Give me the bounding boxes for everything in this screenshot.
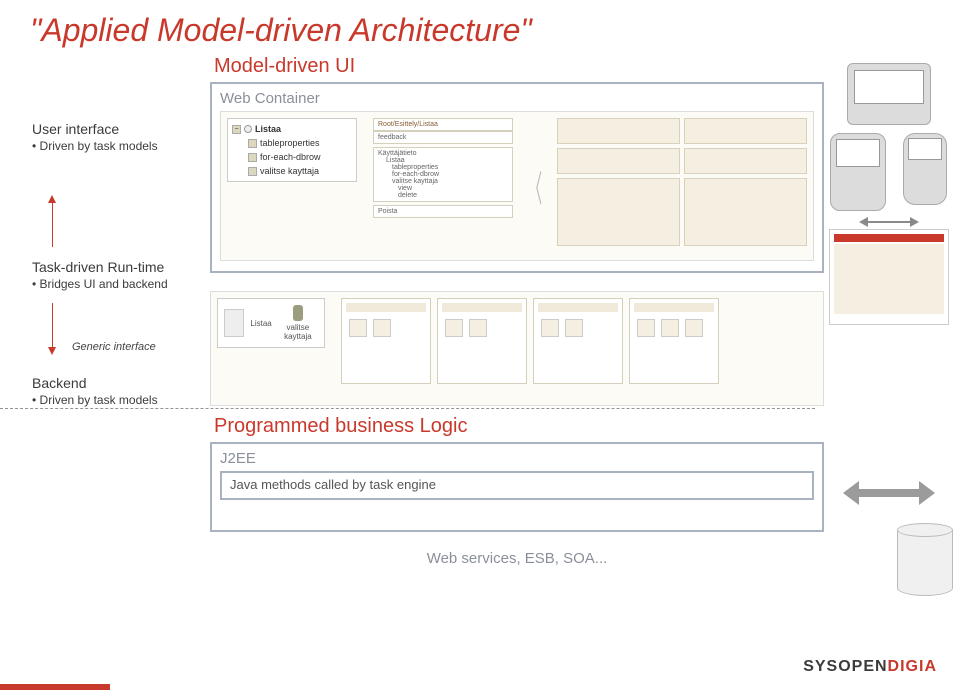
corner-accent <box>0 684 110 690</box>
backend-sub: Driven by task models <box>32 393 210 407</box>
tree-item: tableproperties <box>260 136 320 150</box>
tree-panel: −Listaa tableproperties for-each-dbrow v… <box>227 118 357 182</box>
panel-label: Listaa <box>378 157 508 164</box>
user-interface-block: User interface Driven by task models <box>32 121 210 153</box>
ui-sub: Driven by task models <box>32 139 210 153</box>
panel-label: tableproperties <box>378 164 508 171</box>
rt-label-right: valitse kayttaja <box>278 323 318 341</box>
runtime-block: Task-driven Run-time Bridges UI and back… <box>32 259 210 291</box>
double-arrow-large-icon <box>857 489 921 497</box>
database-icon <box>897 523 953 601</box>
panel-label: Käyttäjätieto <box>378 150 508 157</box>
runtime-tree: Listaa valitse kayttaja <box>217 298 325 348</box>
center-column: Model-driven UI Web Container −Listaa ta… <box>210 55 824 601</box>
generic-interface-label: Generic interface <box>72 341 210 353</box>
tree-item: for-each-dbrow <box>260 150 321 164</box>
java-methods-text: Java methods called by task engine <box>230 477 436 492</box>
rt-heading: Task-driven Run-time <box>32 259 210 275</box>
runtime-stage: Listaa valitse kayttaja <box>210 291 824 406</box>
backend-heading: Backend <box>32 375 210 391</box>
tree-item: valitse kayttaja <box>260 164 319 178</box>
divider-dashed <box>0 408 815 409</box>
panel-label: view <box>378 185 508 192</box>
web-container-box: Web Container −Listaa tableproperties fo… <box>210 82 824 273</box>
panel-label: for-each-dbrow <box>378 171 508 178</box>
model-driven-ui-heading: Model-driven UI <box>214 55 824 78</box>
tree-root: Listaa <box>255 122 281 136</box>
device-phone <box>830 133 886 211</box>
footer-services: Web services, ESB, SOA... <box>210 550 824 567</box>
java-methods-box: Java methods called by task engine <box>220 471 814 500</box>
device-pda <box>847 63 931 125</box>
nested-panels: Root/Esittely/Listaa feedback Käyttäjäti… <box>373 118 513 221</box>
arrow-down-icon <box>52 303 53 349</box>
web-preview <box>829 229 949 325</box>
left-column: User interface Driven by task models Tas… <box>0 55 210 601</box>
j2ee-label: J2EE <box>220 450 814 467</box>
web-container-label: Web Container <box>220 90 814 107</box>
backend-block: Backend Driven by task models <box>32 375 210 407</box>
ui-heading: User interface <box>32 121 210 137</box>
rt-label-left: Listaa <box>250 319 271 328</box>
logo: SYSOPENDIGIA <box>803 658 937 676</box>
panel-label: delete <box>378 192 508 199</box>
bracket-icon: 〈 <box>533 118 538 254</box>
j2ee-box: J2EE Java methods called by task engine <box>210 442 824 532</box>
breadcrumb: Root/Esittely/Listaa <box>378 121 438 128</box>
mdui-stage: −Listaa tableproperties for-each-dbrow v… <box>220 111 814 261</box>
runtime-cards <box>341 298 817 384</box>
panel-label: feedback <box>378 134 406 141</box>
logo-b: DIGIA <box>888 658 937 675</box>
rt-sub: Bridges UI and backend <box>32 277 210 291</box>
panel-label: valitse kayttaja <box>378 178 508 185</box>
pbl-heading: Programmed business Logic <box>214 415 824 438</box>
right-column <box>824 55 959 601</box>
logo-a: SYSOPEN <box>803 658 887 675</box>
device-phone-small <box>903 133 947 205</box>
page-title: "Applied Model-driven Architecture" <box>0 0 959 55</box>
panel-label: Poista <box>378 208 397 215</box>
preview-column <box>557 118 807 246</box>
arrow-up-icon <box>52 201 53 247</box>
double-arrow-icon <box>866 221 912 223</box>
